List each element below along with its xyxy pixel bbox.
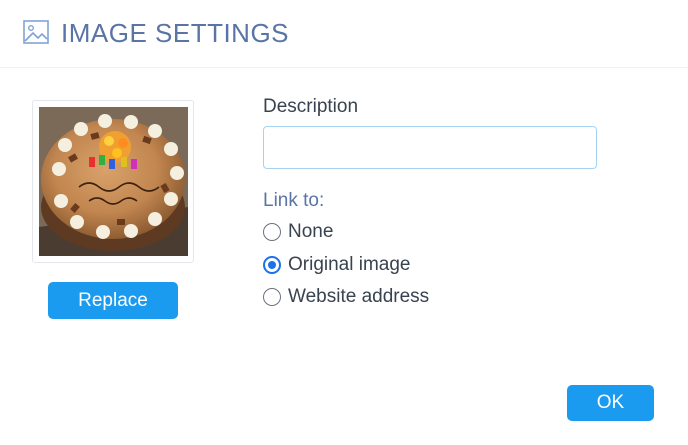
link-option-label: None [288, 221, 334, 242]
link-option-original-image[interactable]: Original image [263, 253, 411, 277]
radio-none[interactable] [263, 223, 281, 241]
link-option-label: Original image [288, 254, 411, 275]
replace-button[interactable]: Replace [48, 282, 178, 319]
ok-button[interactable]: OK [567, 385, 654, 421]
description-label: Description [263, 96, 359, 117]
cake-thumbnail [39, 107, 188, 256]
image-thumbnail-frame [32, 100, 194, 263]
image-icon [23, 20, 49, 44]
link-option-none[interactable]: None [263, 220, 333, 244]
link-option-label: Website address [288, 286, 430, 307]
description-input[interactable] [263, 126, 597, 169]
radio-website-address[interactable] [263, 288, 281, 306]
dialog-header: IMAGE SETTINGS [0, 0, 688, 68]
link-to-label: Link to: [263, 190, 325, 211]
image-settings-dialog: IMAGE SETTINGS Replace Description Link … [0, 0, 688, 445]
link-option-website-address[interactable]: Website address [263, 285, 429, 309]
dialog-title: IMAGE SETTINGS [61, 18, 290, 48]
radio-original-image[interactable] [263, 256, 281, 274]
